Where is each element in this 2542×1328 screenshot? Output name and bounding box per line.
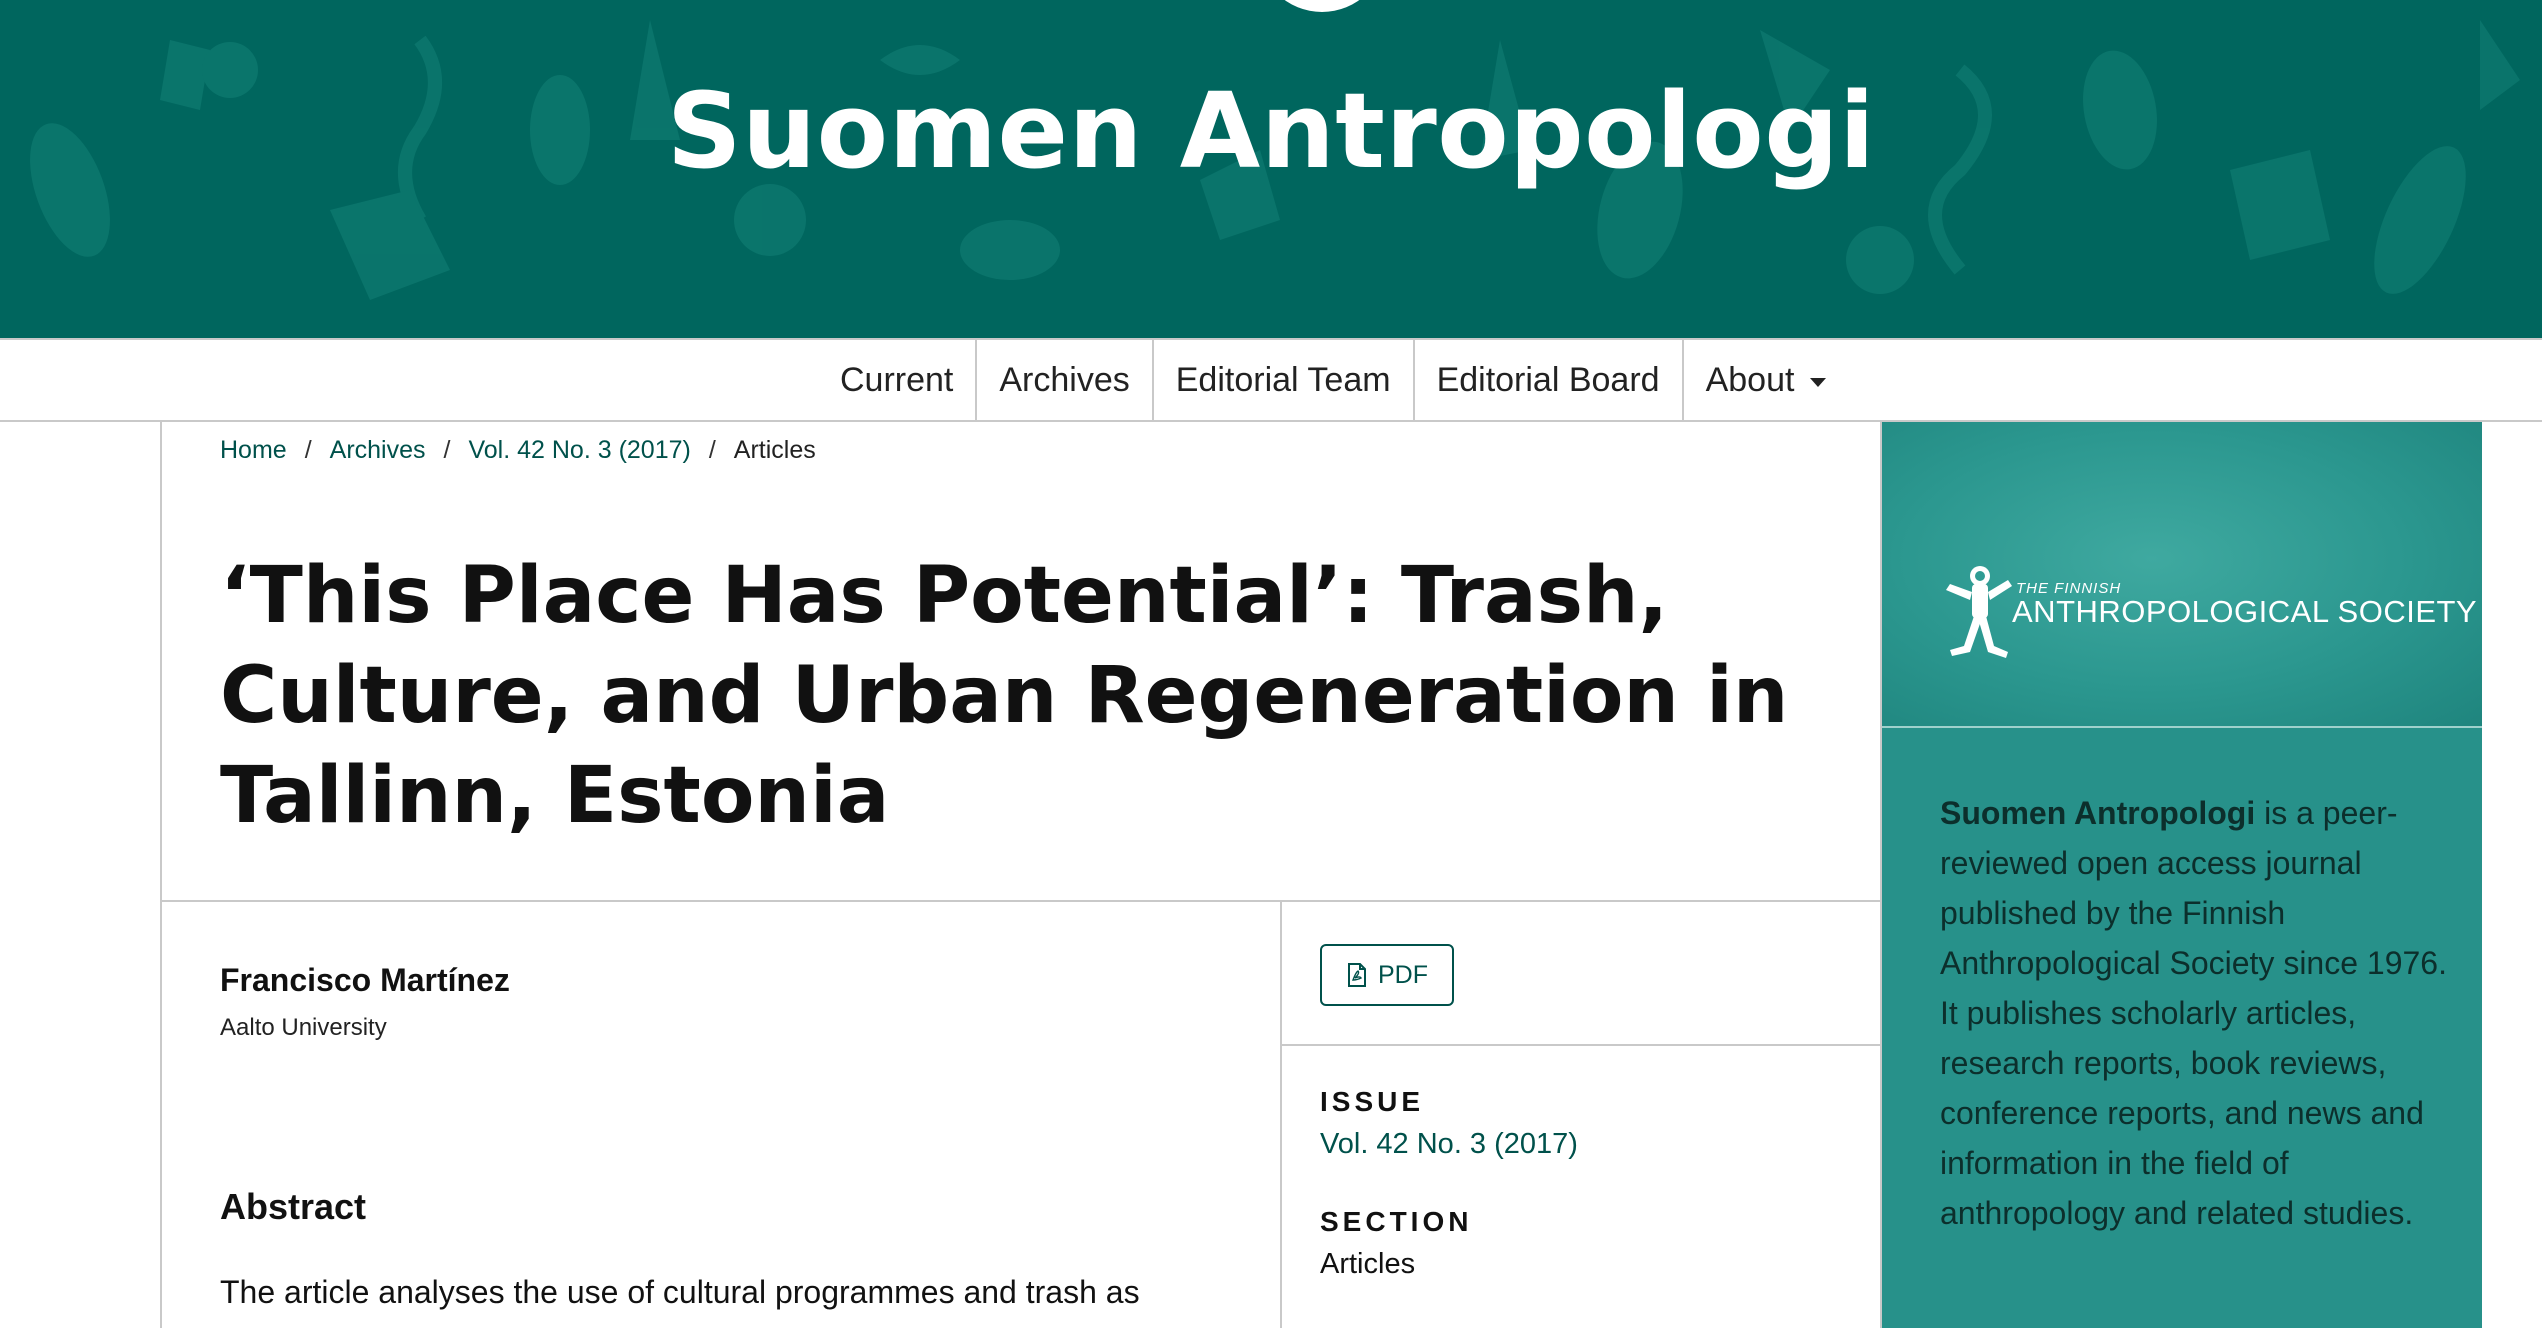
divider (1280, 900, 1282, 1328)
pdf-download-button[interactable]: PDF (1320, 944, 1454, 1006)
nav-item-label: Archives (999, 360, 1130, 399)
breadcrumb: Home / Archives / Vol. 42 No. 3 (2017) /… (220, 436, 816, 465)
society-logo-block[interactable]: THE FINNISH ANTHROPOLOGICAL SOCIETY (1882, 422, 2482, 728)
site-title[interactable]: Suomen Antropologi (0, 70, 2542, 192)
society-figure-icon (1946, 566, 2012, 658)
section-value: Articles (1320, 1248, 1416, 1280)
author-name: Francisco Martínez (220, 962, 510, 998)
article-title: ‘This Place Has Potential’: Trash, Cultu… (220, 551, 1789, 841)
journal-name: Suomen Antropologi (1940, 795, 2256, 831)
nav-item-about[interactable]: About (1681, 340, 1849, 420)
primary-nav: Current Archives Editorial Team Editoria… (0, 338, 2542, 422)
nav-item-label: Editorial Board (1436, 360, 1660, 399)
section-label: SECTION (1320, 1206, 1473, 1237)
pdf-file-icon (1348, 963, 1366, 987)
nav-item-archives[interactable]: Archives (975, 340, 1151, 420)
breadcrumb-separator: / (443, 436, 451, 464)
divider (1282, 1044, 1880, 1046)
journal-description-text: is a peer-reviewed open access journal p… (1940, 795, 2447, 1231)
issue-link[interactable]: Vol. 42 No. 3 (2017) (1320, 1128, 1578, 1161)
abstract-text: The article analyses the use of cultural… (220, 1274, 1140, 1310)
nav-item-editorial-team[interactable]: Editorial Team (1151, 340, 1413, 420)
breadcrumb-current: Articles (733, 436, 816, 464)
nav-list: Current Archives Editorial Team Editoria… (818, 340, 1848, 420)
society-logo-name: ANTHROPOLOGICAL SOCIETY (2012, 594, 2478, 629)
breadcrumb-archives[interactable]: Archives (330, 436, 426, 465)
breadcrumb-home[interactable]: Home (220, 436, 287, 465)
breadcrumb-issue[interactable]: Vol. 42 No. 3 (2017) (468, 436, 690, 465)
abstract-heading: Abstract (220, 1186, 367, 1227)
pdf-button-label: PDF (1378, 960, 1428, 989)
journal-description: Suomen Antropologi is a peer-reviewed op… (1940, 788, 2450, 1238)
breadcrumb-separator: / (304, 436, 312, 464)
breadcrumb-separator: / (708, 436, 716, 464)
sidebar: THE FINNISH ANTHROPOLOGICAL SOCIETY Suom… (1882, 422, 2482, 1328)
divider (162, 900, 1880, 902)
author-affiliation: Aalto University (220, 1014, 387, 1041)
caret-down-icon (1810, 377, 1827, 387)
site-header: Suomen Antropologi (0, 0, 2542, 338)
nav-item-label: Editorial Team (1175, 360, 1391, 399)
nav-item-label: About (1705, 360, 1795, 399)
main-content: Home / Archives / Vol. 42 No. 3 (2017) /… (160, 422, 1882, 1328)
nav-item-current[interactable]: Current (818, 340, 975, 420)
nav-item-editorial-board[interactable]: Editorial Board (1412, 340, 1682, 420)
issue-label: ISSUE (1320, 1086, 1425, 1117)
nav-item-label: Current (840, 360, 954, 399)
